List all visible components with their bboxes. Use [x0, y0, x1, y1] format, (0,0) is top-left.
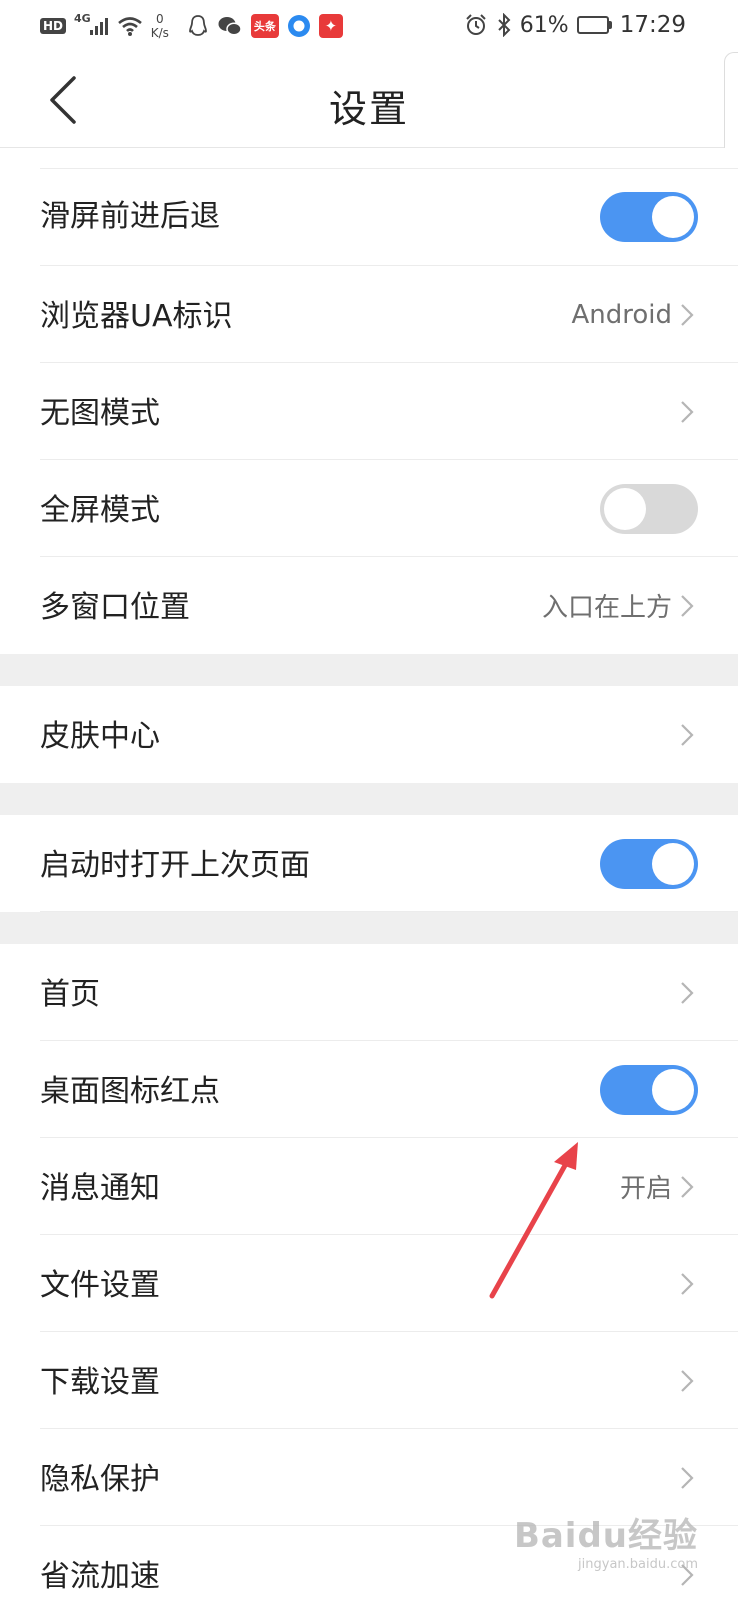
toggle-knob: [652, 1068, 694, 1111]
red-app-icon: ✦: [318, 14, 343, 38]
setting-browser-ua[interactable]: 浏览器UA标识 Android: [0, 266, 738, 363]
settings-list: 滑屏前进后退 浏览器UA标识 Android 无图模式 全屏模式 多窗口位置 入…: [0, 148, 738, 1600]
setting-notifications[interactable]: 消息通知 开启: [0, 1138, 738, 1235]
setting-label: 浏览器UA标识: [40, 299, 233, 334]
chevron-right-icon: [676, 978, 698, 1008]
battery-percent: 61%: [519, 12, 569, 38]
setting-open-last-page[interactable]: 启动时打开上次页面: [0, 815, 738, 912]
setting-home-page[interactable]: 首页: [0, 944, 738, 1041]
chevron-right-icon: [676, 720, 698, 750]
setting-label: 首页: [40, 977, 100, 1012]
setting-label: 无图模式: [40, 396, 160, 431]
toggle-knob: [652, 842, 694, 885]
desktop-icon-badge-toggle[interactable]: [600, 1064, 698, 1115]
fullscreen-mode-toggle[interactable]: [600, 483, 698, 534]
section-divider: [0, 654, 738, 686]
status-bar: HD 4G 0 K/s 头条 ✦ 61% 17:29: [0, 0, 738, 52]
hd-indicator: HD: [40, 18, 67, 34]
status-right: 61% 17:29: [464, 10, 686, 40]
setting-no-image-mode[interactable]: 无图模式: [0, 363, 738, 460]
setting-label: 多窗口位置: [40, 590, 190, 625]
chevron-right-icon: [676, 397, 698, 427]
wifi-icon: [117, 17, 142, 36]
chevron-right-icon: [676, 300, 698, 330]
section-divider: [0, 783, 738, 815]
open-last-page-toggle[interactable]: [600, 838, 698, 889]
wechat-icon: [218, 17, 242, 36]
setting-label: 滑屏前进后退: [40, 199, 220, 234]
net-speed-unit: K/s: [150, 26, 169, 40]
setting-label: 隐私保护: [40, 1462, 160, 1497]
toggle-knob: [652, 196, 694, 238]
network-type: 4G: [74, 11, 91, 25]
setting-multi-window-position[interactable]: 多窗口位置 入口在上方: [0, 557, 738, 654]
chevron-right-icon: [676, 1366, 698, 1396]
watermark-url: jingyan.baidu.com: [578, 1557, 698, 1572]
setting-swipe-navigation[interactable]: 滑屏前进后退: [0, 148, 738, 266]
setting-label: 下载设置: [40, 1365, 160, 1400]
setting-label: 全屏模式: [40, 493, 160, 528]
setting-label: 文件设置: [40, 1268, 160, 1303]
setting-label: 消息通知: [40, 1171, 160, 1206]
bluetooth-icon: [498, 13, 511, 37]
baidu-jingyan-watermark: Baidu经验 jingyan.baidu.com: [514, 1508, 698, 1572]
signal-icon: [89, 18, 108, 35]
setting-label: 皮肤中心: [40, 719, 160, 754]
setting-value: 入口在上方: [541, 593, 672, 623]
net-speed: 0 K/s: [151, 12, 169, 40]
settings-screen: HD 4G 0 K/s 头条 ✦ 61% 17:29 设置 滑屏前进后退 浏览器…: [0, 0, 738, 1600]
chevron-right-icon: [676, 1172, 698, 1202]
page-title: 设置: [328, 87, 409, 131]
section-divider: [0, 912, 738, 944]
chevron-right-icon: [676, 1269, 698, 1299]
browser-app-icon: [287, 15, 310, 37]
setting-label: 启动时打开上次页面: [40, 848, 310, 883]
setting-value: Android: [571, 299, 672, 330]
chevron-right-icon: [676, 591, 698, 621]
toutiao-app-icon: 头条: [250, 14, 279, 38]
net-speed-value: 0: [155, 12, 164, 26]
qq-icon: [188, 15, 207, 36]
toggle-knob: [604, 487, 646, 530]
setting-label: 桌面图标红点: [40, 1074, 220, 1109]
alarm-icon: [466, 14, 486, 35]
top-app-bar: 设置: [0, 52, 738, 148]
chevron-right-icon: [676, 1463, 698, 1493]
battery-icon: [576, 16, 612, 34]
status-left: HD 4G 0 K/s 头条 ✦: [40, 12, 343, 40]
setting-label: 省流加速: [40, 1559, 160, 1594]
swipe-navigation-toggle[interactable]: [600, 192, 698, 242]
setting-value: 开启: [619, 1174, 672, 1204]
setting-fullscreen-mode[interactable]: 全屏模式: [0, 460, 738, 557]
clock-time: 17:29: [619, 12, 686, 38]
watermark-logo: Baidu经验: [513, 1516, 698, 1556]
setting-desktop-icon-badge[interactable]: 桌面图标红点: [0, 1041, 738, 1138]
setting-download-settings[interactable]: 下载设置: [0, 1332, 738, 1429]
setting-file-settings[interactable]: 文件设置: [0, 1235, 738, 1332]
setting-skin-center[interactable]: 皮肤中心: [0, 686, 738, 783]
